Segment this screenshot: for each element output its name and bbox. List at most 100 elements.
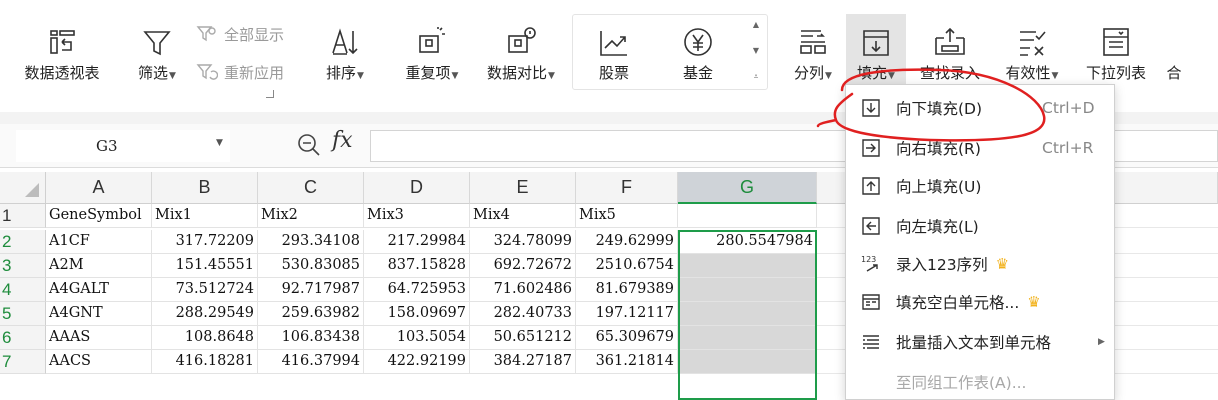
cell-f4[interactable]: 81.679389 [576,278,678,302]
chevron-down-icon[interactable]: ▼ [825,71,832,81]
cell-a5[interactable]: A4GNT [46,302,152,326]
row-header[interactable]: 6 [0,326,46,350]
cell-a1[interactable]: GeneSymbol [46,204,152,228]
cell-c2[interactable]: 293.34108 [258,230,364,254]
data-compare-button[interactable]: 数据对比▼ [476,0,566,112]
chevron-down-icon[interactable]: ▼ [888,71,895,81]
cell-a4[interactable]: A4GALT [46,278,152,302]
cell-d5[interactable]: 158.09697 [364,302,470,326]
reapply-button[interactable]: 重新应用 [196,62,284,83]
cell-b4[interactable]: 73.512724 [152,278,258,302]
validity-icon [1016,0,1048,60]
row-header[interactable]: 3 [0,254,46,278]
row-header[interactable]: 4 [0,278,46,302]
fill-menu-item-2[interactable]: 向上填充(U) [846,167,1114,205]
gallery-scroll-buttons[interactable]: ▲ ▼ ⩡ [748,16,764,86]
chevron-down-icon[interactable]: ▼ [452,71,459,81]
cell-d3[interactable]: 837.15828 [364,254,470,278]
chevron-down-icon[interactable]: ▼ [357,71,364,81]
cell-b2[interactable]: 317.72209 [152,230,258,254]
cell-c6[interactable]: 106.83438 [258,326,364,350]
cell-a3[interactable]: A2M [46,254,152,278]
chevron-down-icon[interactable]: ▼ [1052,71,1059,81]
sort-button[interactable]: 排序▼ [318,0,372,112]
show-all-button[interactable]: 全部显示 [196,24,284,45]
merge-label: 合 [1166,64,1182,82]
fund-button[interactable]: 基金 [674,0,722,112]
pivot-table-button[interactable]: 数据透视表 [16,0,108,112]
dropdown-list-icon [1100,0,1132,60]
fill-menu-item-3[interactable]: 向左填充(L) [846,207,1114,245]
name-box[interactable]: G3 ▼ [16,130,230,162]
dropdown-list-label: 下拉列表 [1085,64,1146,82]
fill-menu-item-4[interactable]: 123 录入123序列 ♛ [846,245,1114,283]
fill-menu-item-5[interactable]: 填充空白单元格... ♛ [846,283,1114,321]
cell-a7[interactable]: AACS [46,350,152,374]
split-column-button[interactable]: 分列▼ [786,0,840,112]
cell-f2[interactable]: 249.62999 [576,230,678,254]
insert-text-icon [846,332,896,352]
row-header[interactable]: 2 [0,230,46,254]
cell-d7[interactable]: 422.92199 [364,350,470,374]
expand-gallery-icon[interactable]: ⩡ [754,72,759,82]
row-header[interactable]: 5 [0,302,46,326]
column-header-b[interactable]: B [152,172,258,204]
duplicates-button[interactable]: 重复项▼ [396,0,468,112]
name-box-value: G3 [96,137,118,155]
cell-f6[interactable]: 65.309679 [576,326,678,350]
row-header[interactable]: 1 [0,204,46,228]
scroll-up-icon[interactable]: ▲ [753,20,759,29]
stock-button[interactable]: 股票 [590,0,638,112]
fill-menu-item-0[interactable]: 向下填充(D) Ctrl+D [846,89,1114,127]
chevron-down-icon[interactable]: ▼ [548,71,555,81]
cell-b5[interactable]: 288.29549 [152,302,258,326]
cell-e5[interactable]: 282.40733 [470,302,576,326]
cell-c7[interactable]: 416.37994 [258,350,364,374]
zoom-search-icon[interactable] [296,132,322,158]
cell-d4[interactable]: 64.725953 [364,278,470,302]
column-header-e[interactable]: E [470,172,576,204]
cell-e1[interactable]: Mix4 [470,204,576,228]
cell-g1[interactable] [678,204,817,228]
column-header-c[interactable]: C [258,172,364,204]
cell-b3[interactable]: 151.45551 [152,254,258,278]
cell-a2[interactable]: A1CF [46,230,152,254]
cell-b6[interactable]: 108.8648 [152,326,258,350]
fill-menu-item-1[interactable]: 向右填充(R) Ctrl+R [846,129,1114,167]
cell-d6[interactable]: 103.5054 [364,326,470,350]
dialog-launcher-icon[interactable] [266,90,274,98]
cell-e4[interactable]: 71.602486 [470,278,576,302]
cell-c5[interactable]: 259.63982 [258,302,364,326]
cell-c1[interactable]: Mix2 [258,204,364,228]
cell-b1[interactable]: Mix1 [152,204,258,228]
cell-f3[interactable]: 2510.6754 [576,254,678,278]
fill-menu-item-6[interactable]: 批量插入文本到单元格 ▶ [846,323,1114,361]
cell-d2[interactable]: 217.29984 [364,230,470,254]
merge-button[interactable]: 合 [1164,0,1184,112]
column-header-g[interactable]: G [678,172,817,204]
row-header[interactable]: 7 [0,350,46,374]
cell-a6[interactable]: AAAS [46,326,152,350]
shortcut-label: Ctrl+D [1042,99,1095,117]
chevron-down-icon[interactable]: ▼ [216,138,223,148]
filter-button[interactable]: 筛选▼ [130,0,184,112]
cell-e2[interactable]: 324.78099 [470,230,576,254]
cell-d1[interactable]: Mix3 [364,204,470,228]
scroll-down-icon[interactable]: ▼ [753,46,759,55]
cell-e3[interactable]: 692.72672 [470,254,576,278]
cell-c4[interactable]: 92.717987 [258,278,364,302]
column-header-d[interactable]: D [364,172,470,204]
cell-f5[interactable]: 197.12117 [576,302,678,326]
column-header-a[interactable]: A [46,172,152,204]
cell-f7[interactable]: 361.21814 [576,350,678,374]
cell-e7[interactable]: 384.27187 [470,350,576,374]
insert-function-button[interactable]: fx [332,128,353,153]
column-header-f[interactable]: F [576,172,678,204]
cell-e6[interactable]: 50.651212 [470,326,576,350]
select-all-corner[interactable] [0,172,46,204]
cell-b7[interactable]: 416.18281 [152,350,258,374]
chevron-down-icon[interactable]: ▼ [169,71,176,81]
cell-c3[interactable]: 530.83085 [258,254,364,278]
cell-f1[interactable]: Mix5 [576,204,678,228]
fill-menu-item-7[interactable]: 至同组工作表(A)... [846,363,1114,400]
